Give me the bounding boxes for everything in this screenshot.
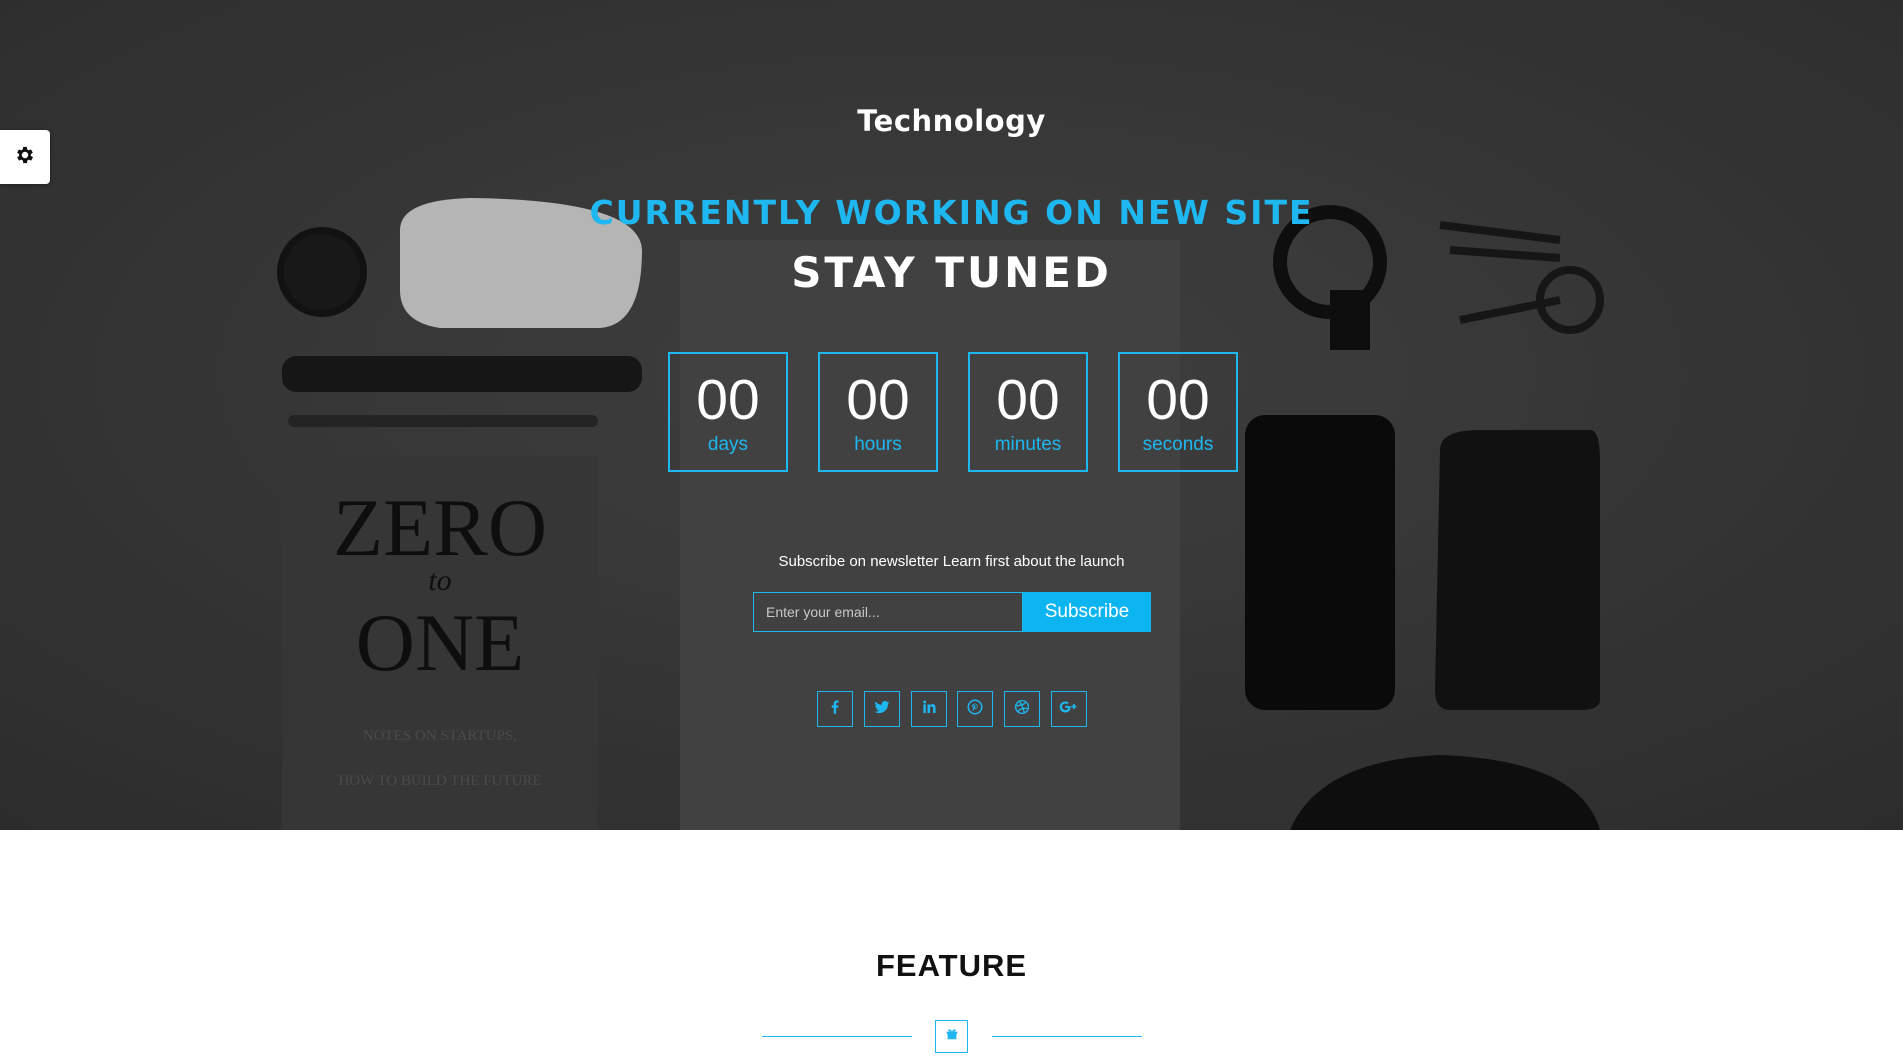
hero-subheadline: STAY TUNED xyxy=(791,248,1112,297)
google-plus-icon xyxy=(1058,698,1080,721)
countdown-days: 00 days xyxy=(668,352,788,472)
feature-icon-box xyxy=(935,1020,968,1053)
dribbble-link[interactable] xyxy=(1004,691,1041,727)
countdown-label: minutes xyxy=(994,434,1062,455)
twitter-icon xyxy=(873,698,891,721)
pinterest-link[interactable] xyxy=(957,691,994,727)
countdown-value: 00 xyxy=(1146,368,1210,432)
feature-divider-left xyxy=(762,1036,912,1037)
settings-toggle-button[interactable] xyxy=(0,130,50,184)
hero-section: ZERO to ONE NOTES ON STARTUPS, HOW TO BU… xyxy=(0,0,1903,830)
subscribe-button[interactable]: Subscribe xyxy=(1023,592,1151,632)
countdown-value: 00 xyxy=(846,368,910,432)
email-input[interactable] xyxy=(753,592,1023,632)
countdown-label: hours xyxy=(854,434,902,455)
pinterest-icon xyxy=(966,698,984,721)
twitter-link[interactable] xyxy=(863,691,900,727)
countdown-timer: 00 days 00 hours 00 minutes 00 seconds xyxy=(668,352,1238,472)
linkedin-icon xyxy=(920,698,938,721)
facebook-link[interactable] xyxy=(817,691,853,727)
newsletter-form: Subscribe xyxy=(753,592,1151,632)
google-plus-link[interactable] xyxy=(1050,691,1087,727)
hero-headline: CURRENTLY WORKING ON NEW SITE xyxy=(589,193,1314,232)
newsletter-text: Subscribe on newsletter Learn first abou… xyxy=(778,553,1125,570)
gift-icon xyxy=(945,1027,959,1046)
countdown-value: 00 xyxy=(996,368,1060,432)
countdown-hours: 00 hours xyxy=(818,352,938,472)
social-links xyxy=(817,691,1087,727)
dribbble-icon xyxy=(1013,698,1031,721)
feature-section-title: FEATURE xyxy=(875,948,1028,983)
brand-logo-text: Technology xyxy=(857,104,1046,138)
hero-content: Technology CURRENTLY WORKING ON NEW SITE… xyxy=(0,0,1903,830)
feature-divider-right xyxy=(992,1036,1142,1037)
countdown-seconds: 00 seconds xyxy=(1118,352,1238,472)
countdown-label: seconds xyxy=(1142,434,1214,455)
countdown-value: 00 xyxy=(696,368,760,432)
gear-icon xyxy=(14,144,36,171)
countdown-label: days xyxy=(707,434,749,455)
countdown-minutes: 00 minutes xyxy=(968,352,1088,472)
facebook-icon xyxy=(826,698,844,721)
linkedin-link[interactable] xyxy=(910,691,947,727)
